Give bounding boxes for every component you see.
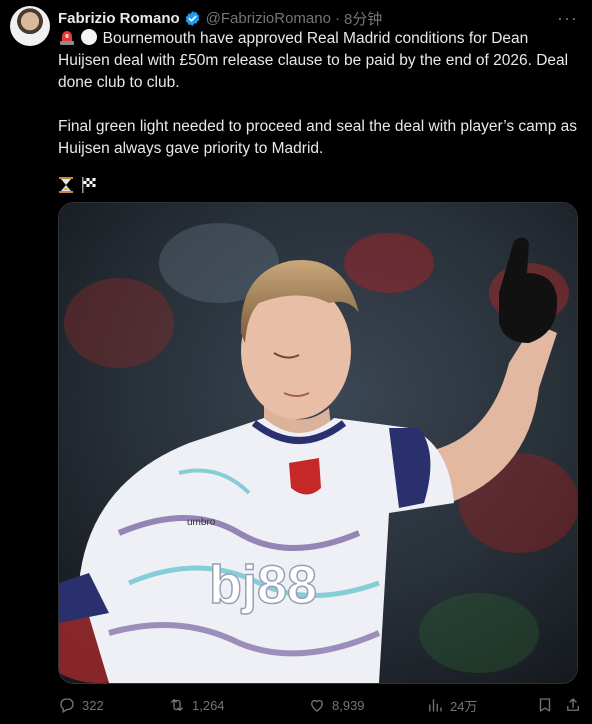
tweet-actions: 322 1,264 8,939 24万 bbox=[58, 693, 584, 717]
bookmark-button[interactable] bbox=[536, 696, 564, 714]
emoji-row bbox=[58, 176, 580, 194]
reply-button[interactable]: 322 bbox=[58, 696, 168, 714]
author-name[interactable]: Fabrizio Romano bbox=[58, 10, 180, 27]
separator-dot: · bbox=[334, 9, 340, 27]
verified-badge-icon bbox=[185, 10, 199, 26]
reply-count: 322 bbox=[82, 697, 104, 713]
shirt-sponsor-text: bj88 bbox=[209, 555, 317, 615]
player-photo: bj88 umbro bbox=[59, 203, 577, 683]
like-count: 8,939 bbox=[332, 697, 365, 713]
kit-brand-text: umbro bbox=[187, 517, 216, 528]
tweet-timestamp[interactable]: 8分钟 bbox=[344, 8, 382, 29]
tweet-paragraph-2: Final green light needed to proceed and … bbox=[58, 118, 578, 157]
like-button[interactable]: 8,939 bbox=[308, 696, 426, 714]
more-icon[interactable]: ··· bbox=[557, 8, 578, 29]
like-icon bbox=[311, 699, 323, 712]
views-count: 24万 bbox=[450, 698, 478, 714]
share-button[interactable] bbox=[564, 696, 584, 714]
views-button[interactable]: 24万 bbox=[426, 696, 536, 715]
white-circle-icon bbox=[81, 29, 98, 45]
tweet-paragraph-1-text: Bournemouth have approved Real Madrid co… bbox=[58, 30, 569, 91]
repost-icon bbox=[171, 699, 183, 711]
share-icon bbox=[567, 698, 579, 711]
author-handle[interactable]: @FabrizioRomano bbox=[206, 10, 331, 27]
hourglass-icon bbox=[59, 177, 73, 193]
bookmark-icon bbox=[539, 698, 551, 712]
tweet-media-photo[interactable]: bj88 umbro bbox=[58, 202, 578, 684]
chequered-flag-icon bbox=[82, 177, 96, 193]
shirt-sponsor: bj88 bbox=[208, 554, 318, 616]
tweet-paragraph-1: Bournemouth have approved Real Madrid co… bbox=[58, 28, 580, 94]
siren-icon bbox=[60, 31, 74, 45]
repost-button[interactable]: 1,264 bbox=[168, 696, 308, 714]
author-avatar[interactable] bbox=[10, 6, 50, 46]
repost-count: 1,264 bbox=[192, 697, 225, 713]
tweet-header: Fabrizio Romano @FabrizioRomano · 8分钟 bbox=[58, 8, 572, 28]
reply-icon bbox=[60, 698, 74, 713]
views-icon bbox=[429, 699, 442, 712]
tweet-text: Bournemouth have approved Real Madrid co… bbox=[58, 28, 580, 194]
